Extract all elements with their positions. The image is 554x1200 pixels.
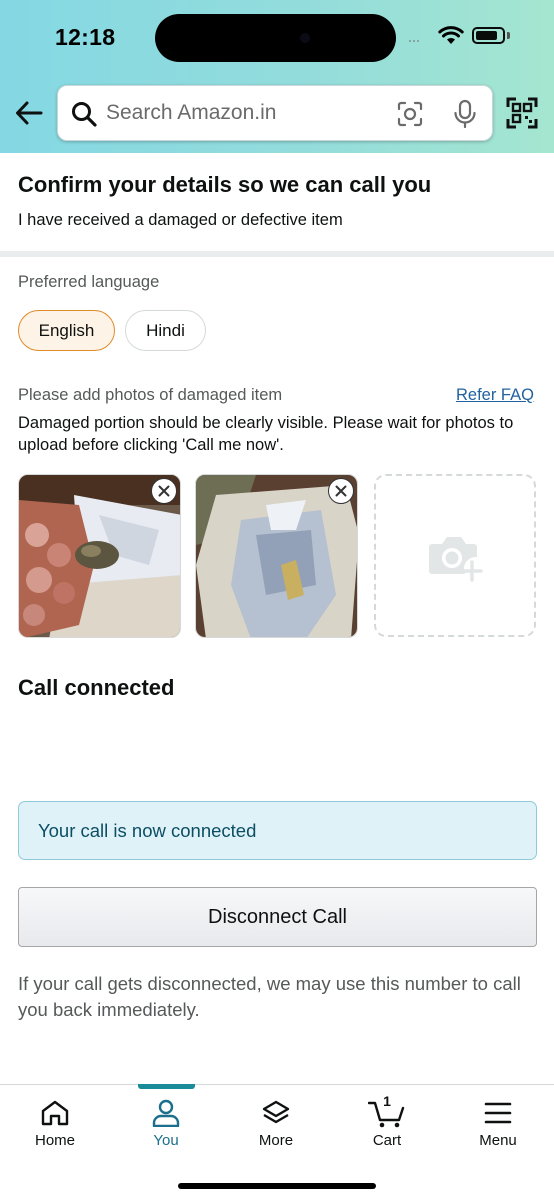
search-bar[interactable] — [57, 85, 493, 141]
status-time: 12:18 — [55, 24, 116, 50]
app-header: 12:18 — [0, 0, 554, 153]
language-option-hindi[interactable]: Hindi — [125, 310, 206, 351]
nav-active-indicator — [138, 1084, 195, 1089]
nav-you[interactable]: You — [111, 1085, 221, 1155]
call-connected-alert-text: Your call is now connected — [38, 819, 257, 841]
call-connected-alert: Your call is now connected — [18, 801, 537, 860]
signal-dots-icon — [408, 39, 420, 43]
close-icon — [158, 485, 170, 497]
microphone-icon[interactable] — [451, 99, 479, 129]
dynamic-island — [155, 14, 396, 62]
section-divider — [0, 251, 554, 257]
photo-upload-label: Please add photos of damaged item — [18, 386, 283, 404]
cart-count-badge: 1 — [383, 1093, 391, 1109]
remove-photo-2-button[interactable] — [328, 478, 354, 504]
battery-icon — [472, 27, 505, 44]
remove-photo-1-button[interactable] — [151, 478, 177, 504]
nav-cart[interactable]: 1 Cart — [332, 1085, 442, 1155]
nav-menu[interactable]: Menu — [443, 1085, 553, 1155]
callback-note: If your call gets disconnected, we may u… — [18, 973, 521, 1020]
nav-more-label: More — [258, 1132, 294, 1149]
language-option-english[interactable]: English — [18, 310, 115, 351]
home-icon — [41, 1100, 69, 1126]
nav-home-label: Home — [34, 1132, 75, 1149]
close-icon — [335, 485, 347, 497]
page-subtitle: I have received a damaged or defective i… — [18, 211, 343, 229]
preferred-language-label: Preferred language — [18, 273, 160, 291]
search-input[interactable] — [106, 86, 386, 140]
refer-faq-link[interactable]: Refer FAQ — [456, 386, 534, 405]
call-status-heading: Call connected — [18, 675, 175, 700]
back-arrow-icon[interactable] — [14, 98, 44, 128]
person-icon — [152, 1099, 180, 1127]
search-icon — [72, 102, 97, 127]
layers-icon — [262, 1100, 290, 1124]
camera-lens-icon[interactable] — [396, 100, 424, 128]
photo-upload-note: Damaged portion should be clearly visibl… — [18, 414, 514, 454]
page-title: Confirm your details so we can call you — [18, 172, 432, 197]
home-indicator[interactable] — [178, 1183, 376, 1189]
nav-home[interactable]: Home — [0, 1085, 110, 1155]
disconnect-call-button[interactable]: Disconnect Call — [18, 887, 537, 947]
menu-icon — [484, 1102, 512, 1124]
nav-menu-label: Menu — [479, 1132, 517, 1149]
wifi-icon — [438, 26, 464, 44]
nav-you-label: You — [153, 1132, 179, 1149]
add-photo-button[interactable] — [374, 474, 536, 637]
camera-add-icon — [429, 537, 483, 582]
nav-cart-label: Cart — [372, 1132, 402, 1149]
nav-more[interactable]: More — [221, 1085, 331, 1155]
qr-scan-icon[interactable] — [506, 97, 538, 129]
